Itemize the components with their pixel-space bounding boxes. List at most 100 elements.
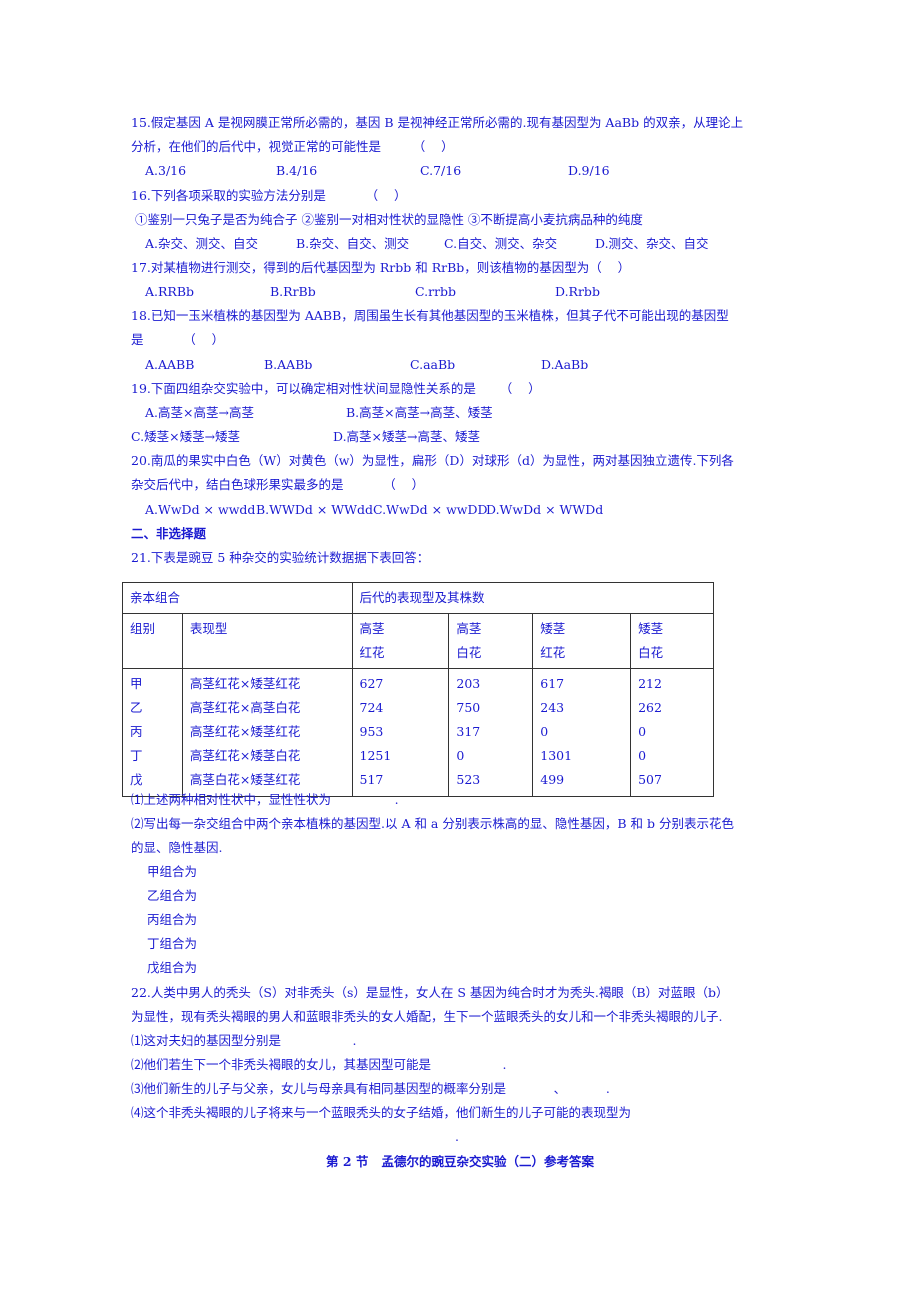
question-22-text: 22.人类中男人的秃头（S）对非秃头（s）是显性，女人在 S 基因为纯合时才为秃… [131, 985, 729, 1000]
question-21-intro: 21.下表是豌豆 5 种杂交的实验统计数据据下表回答： [131, 550, 430, 565]
cell-value: 317 [448, 720, 534, 744]
cell-group: 丙 [122, 720, 183, 744]
cell-value: 499 [532, 768, 632, 797]
cell-value: 0 [630, 744, 714, 768]
cell-value: 627 [351, 668, 450, 696]
question-21-sub-2: ⑵写出每一杂交组合中两个亲本植株的基因型.以 A 和 a 分别表示株高的显、隐性… [131, 816, 734, 831]
header-offspring-col-3: 矮茎 红花 [532, 613, 632, 669]
header-line: 白花 [456, 645, 482, 660]
header-line: 高茎 [359, 621, 385, 636]
question-20-text-cont: 杂交后代中，结白色球形果实最多的是 （ ） [131, 477, 425, 492]
cell-phenotype: 高茎红花×矮茎白花 [181, 744, 353, 768]
combo-jia: 甲组合为 [147, 864, 198, 879]
cell-value: 0 [630, 720, 714, 744]
cell-value: 212 [630, 668, 714, 696]
header-phenotype: 表现型 [181, 613, 353, 669]
question-19-text: 19.下面四组杂交实验中，可以确定相对性状间显隐性关系的是 （ ） [131, 381, 541, 396]
question-16-text: 16.下列各项采取的实验方法分别是 （ ） [131, 188, 407, 203]
question-21-sub-2-cont: 的显、隐性基因. [131, 840, 223, 855]
question-16-option-c: C.自交、测交、杂交 [444, 236, 558, 251]
combo-wu: 戊组合为 [147, 960, 198, 975]
question-19-option-c: C.矮茎×矮茎→矮茎 [131, 429, 241, 444]
question-15-option-d: D.9/16 [568, 163, 610, 178]
question-16-option-a: A.杂交、测交、自交 [145, 236, 259, 251]
combo-ding: 丁组合为 [147, 936, 198, 951]
question-16-items: ①鉴别一只兔子是否为纯合子 ②鉴别一对相对性状的显隐性 ③不断提高小麦抗病品种的… [131, 212, 643, 227]
cell-value: 203 [448, 668, 534, 696]
question-18-option-c: C.aaBb [410, 357, 456, 372]
cell-value: 1251 [351, 744, 450, 768]
question-22-text-cont: 为显性，现有秃头褐眼的男人和蓝眼非秃头的女人婚配，生下一个蓝眼秃头的女儿和一个非… [131, 1009, 723, 1024]
cell-value: 0 [448, 744, 534, 768]
question-18-option-d: D.AaBb [541, 357, 589, 372]
document-page: 15.假定基因 A 是视网膜正常所必需的，基因 B 是视神经正常所必需的.现有基… [0, 0, 920, 1302]
question-21-sub-1: ⑴上述两种相对性状中，显性性状为 . [131, 792, 399, 807]
header-line: 矮茎 [638, 621, 664, 636]
header-offspring-col-4: 矮茎 白花 [630, 613, 714, 669]
table-row: 丙 高茎红花×矮茎红花 953 317 0 0 [122, 720, 714, 744]
question-19-option-a: A.高茎×高茎→高茎 [145, 405, 254, 420]
header-line: 白花 [638, 645, 664, 660]
question-19-option-d: D.高茎×矮茎→高茎、矮茎 [333, 429, 480, 444]
header-line: 高茎 [456, 621, 482, 636]
question-18-option-a: A.AABB [145, 357, 195, 372]
cell-group: 乙 [122, 696, 183, 720]
header-offspring-col-1: 高茎 红花 [351, 613, 450, 669]
question-17-option-c: C.rrbb [415, 284, 457, 299]
cell-value: 507 [630, 768, 714, 797]
question-16-option-d: D.测交、杂交、自交 [595, 236, 709, 251]
cell-value: 724 [351, 696, 450, 720]
question-16-option-b: B.杂交、自交、测交 [296, 236, 410, 251]
table-header-row: 亲本组合 后代的表现型及其株数 [122, 582, 715, 614]
header-parent-combination: 亲本组合 [122, 582, 353, 614]
header-offspring: 后代的表现型及其株数 [351, 582, 715, 614]
section-title-non-choice: 二、非选择题 [131, 526, 207, 541]
question-18-option-b: B.AABb [264, 357, 313, 372]
cell-value: 262 [630, 696, 714, 720]
question-22-sub-2: ⑵他们若生下一个非秃头褐眼的女儿，其基因型可能是 . [131, 1057, 507, 1072]
cell-value: 523 [448, 768, 534, 797]
cell-group: 甲 [122, 668, 183, 696]
header-line: 红花 [359, 645, 385, 660]
header-offspring-col-2: 高茎 白花 [448, 613, 534, 669]
cell-value: 0 [532, 720, 632, 744]
question-15-option-a: A.3/16 [145, 163, 187, 178]
combo-yi: 乙组合为 [147, 888, 198, 903]
question-22-sub-1: ⑴这对夫妇的基因型分别是 . [131, 1033, 357, 1048]
question-22-sub-3: ⑶他们新生的儿子与父亲，女儿与母亲具有相同基因型的概率分别是 、 . [131, 1081, 610, 1096]
cell-phenotype: 高茎红花×矮茎红花 [181, 668, 353, 696]
cross-results-table: 亲本组合 后代的表现型及其株数 组别 表现型 高茎红花 高茎白花 矮茎红花 矮茎… [122, 582, 715, 797]
question-17-text: 17.对某植物进行测交，得到的后代基因型为 Rrbb 和 RrBb，则该植物的基… [131, 260, 631, 275]
question-17-option-a: A.RRBb [145, 284, 195, 299]
combo-bing: 丙组合为 [147, 912, 198, 927]
header-line: 矮茎 [540, 621, 566, 636]
table-subheader-row: 组别 表现型 高茎红花 高茎白花 矮茎红花 矮茎白花 [122, 613, 714, 669]
cell-value: 617 [532, 668, 632, 696]
cell-phenotype: 高茎红花×矮茎红花 [181, 720, 353, 744]
cell-value: 1301 [532, 744, 632, 768]
question-18-text-cont: 是 （ ） [131, 332, 225, 347]
question-19-option-b: B.高茎×高茎→高茎、矮茎 [346, 405, 493, 420]
question-20-option-c: C.WwDd × wwDD [373, 502, 488, 517]
cell-value: 243 [532, 696, 632, 720]
cell-phenotype: 高茎红花×高茎白花 [181, 696, 353, 720]
header-group: 组别 [122, 613, 183, 669]
table-row: 甲 高茎红花×矮茎红花 627 203 617 212 [122, 668, 714, 696]
question-15-option-b: B.4/16 [276, 163, 318, 178]
question-20-option-d: D.WwDd × WWDd [486, 502, 604, 517]
question-22-sub-4-end: . [455, 1129, 459, 1144]
cell-value: 750 [448, 696, 534, 720]
table-row: 丁 高茎红花×矮茎白花 1251 0 1301 0 [122, 744, 714, 768]
header-line: 红花 [540, 645, 566, 660]
table-row: 乙 高茎红花×高茎白花 724 750 243 262 [122, 696, 714, 720]
question-17-option-d: D.Rrbb [555, 284, 600, 299]
question-22-sub-4: ⑷这个非秃头褐眼的儿子将来与一个蓝眼秃头的女子结婚，他们新生的儿子可能的表现型为 [131, 1105, 632, 1120]
question-15-text-cont: 分析，在他们的后代中，视觉正常的可能性是 （ ） [131, 139, 454, 154]
question-15-text: 15.假定基因 A 是视网膜正常所必需的，基因 B 是视神经正常所必需的.现有基… [131, 115, 744, 130]
cell-group: 丁 [122, 744, 183, 768]
cell-value: 953 [351, 720, 450, 744]
question-15-option-c: C.7/16 [420, 163, 462, 178]
question-20-text: 20.南瓜的果实中白色（W）对黄色（w）为显性，扁形（D）对球形（d）为显性，两… [131, 453, 734, 468]
question-18-text: 18.已知一玉米植株的基因型为 AABB，周围虽生长有其他基因型的玉米植株，但其… [131, 308, 729, 323]
question-20-option-b: B.WWDd × WWdd [256, 502, 373, 517]
